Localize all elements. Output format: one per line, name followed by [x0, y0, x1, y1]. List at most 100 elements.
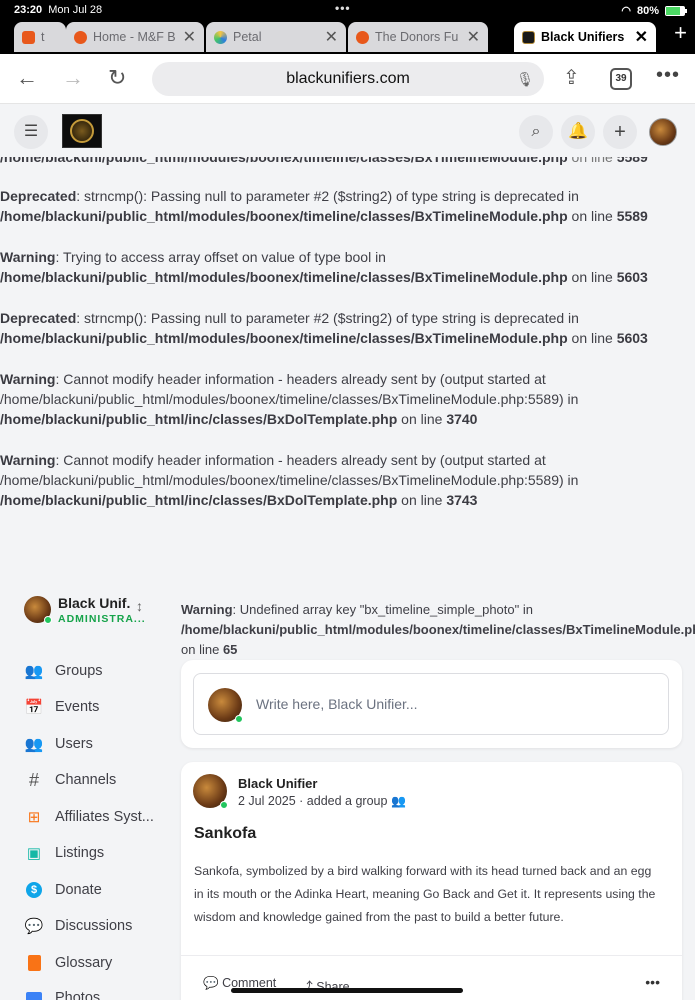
- error-path: /home/blackuni/public_html/modules/boone…: [0, 208, 648, 224]
- warning-path: /home/blackuni/public_html/modules/boone…: [181, 622, 695, 637]
- close-tab-icon[interactable]: ✕: [183, 27, 196, 47]
- search-icon[interactable]: ⌕: [519, 115, 553, 149]
- more-options-icon[interactable]: •••: [656, 64, 680, 87]
- share-icon[interactable]: ⇪: [563, 66, 580, 90]
- sidebar-item-label: Listings: [55, 845, 105, 861]
- browser-tab[interactable]: Home - M&F B ✕: [66, 22, 204, 52]
- briefcase-icon: ▣: [26, 845, 42, 862]
- back-arrow-icon[interactable]: ←: [16, 66, 38, 90]
- battery-icon: [665, 5, 687, 16]
- bell-icon[interactable]: 🔔: [561, 115, 595, 149]
- new-tab-icon[interactable]: +: [674, 22, 687, 44]
- sidebar-item-events[interactable]: 📅 Events: [24, 695, 100, 719]
- plus-icon[interactable]: +: [603, 115, 637, 149]
- browser-tab-active[interactable]: Black Unifiers ✕: [514, 22, 656, 52]
- tab-label: The Donors Fu: [375, 30, 459, 44]
- group-icon: 👥: [391, 794, 407, 808]
- avatar[interactable]: [193, 774, 228, 809]
- sidebar-item-label: Glossary: [55, 955, 113, 971]
- sidebar-item-discussions[interactable]: 💬 Discussions: [24, 914, 133, 938]
- timeline-warning: Warning: Undefined array key "bx_timelin…: [181, 600, 695, 660]
- error-path: /home/blackuni/public_html/modules/boone…: [0, 330, 648, 346]
- browser-tab[interactable]: The Donors Fu ✕: [348, 22, 488, 52]
- sidebar-item-label: Affiliates Syst...: [55, 809, 154, 825]
- hamburger-menu-icon[interactable]: ☰: [14, 115, 48, 149]
- multitasking-dots-icon[interactable]: •••: [335, 1, 351, 15]
- sidebar-item-label: Donate: [55, 882, 102, 898]
- close-tab-icon[interactable]: ✕: [635, 27, 648, 47]
- wifi-icon: ◠: [621, 5, 631, 17]
- sidebar-item-photos[interactable]: Photos: [24, 986, 100, 1000]
- post-title[interactable]: Sankofa: [194, 825, 256, 843]
- favicon-icon: [74, 30, 87, 44]
- favicon-icon: [22, 30, 35, 44]
- sidebar-item-listings[interactable]: ▣ Listings: [24, 841, 104, 865]
- sidebar-item-affiliates[interactable]: ⊞ Affiliates Syst...: [24, 805, 154, 829]
- favicon-icon: [522, 30, 535, 44]
- close-tab-icon[interactable]: ✕: [325, 27, 338, 47]
- online-dot-icon: [235, 715, 243, 723]
- sidebar-item-label: Channels: [55, 772, 117, 788]
- status-right: ◠ 80%: [621, 4, 687, 17]
- sitemap-icon: ⊞: [27, 809, 41, 826]
- switch-account-icon[interactable]: ↕: [136, 598, 143, 614]
- users-icon: 👥: [24, 736, 44, 753]
- composer-input[interactable]: Write here, Black Unifier...: [193, 673, 669, 735]
- sidebar-item-channels[interactable]: # Channels: [24, 768, 116, 792]
- browser-toolbar: ← → ↻ blackunifiers.com 🎙 ⇪ 39 •••: [0, 54, 695, 104]
- favicon-icon: [214, 30, 227, 44]
- browser-tab[interactable]: Petal ✕: [206, 22, 346, 52]
- tab-label: Petal: [233, 30, 262, 44]
- divider: [181, 955, 682, 956]
- sidebar-item-label: Photos: [55, 990, 101, 1000]
- groups-icon: 👥: [24, 663, 44, 680]
- calendar-icon: 📅: [24, 699, 44, 716]
- browser-tab-bar: t Home - M&F B ✕ Petal ✕ The Donors Fu ✕…: [0, 20, 695, 54]
- error-message: Warning: Cannot modify header informatio…: [0, 371, 546, 387]
- composer-placeholder: Write here, Black Unifier...: [256, 696, 418, 712]
- profile-name[interactable]: Black Unif.: [58, 595, 130, 611]
- tab-label: t: [41, 30, 45, 44]
- home-indicator[interactable]: [231, 988, 463, 993]
- sidebar-item-glossary[interactable]: Glossary: [24, 951, 112, 975]
- error-message: Warning: Trying to access array offset o…: [0, 249, 386, 265]
- sidebar-item-users[interactable]: 👥 Users: [24, 732, 93, 756]
- battery-percent: 80%: [636, 4, 659, 17]
- error-path: /home/blackuni/public_html/inc/classes/B…: [0, 411, 478, 427]
- address-bar[interactable]: blackunifiers.com 🎙: [152, 62, 544, 96]
- profile-role: ADMINISTRA...: [58, 613, 146, 625]
- error-message: Deprecated: strncmp(): Passing null to p…: [0, 310, 579, 326]
- sidebar-item-groups[interactable]: 👥 Groups: [24, 659, 103, 683]
- account-avatar[interactable]: [649, 118, 677, 146]
- error-detail: /home/blackuni/public_html/modules/boone…: [0, 391, 579, 407]
- browser-tab[interactable]: t: [14, 22, 66, 52]
- sidebar-item-label: Events: [55, 699, 100, 715]
- microphone-icon[interactable]: 🎙: [516, 62, 534, 96]
- close-tab-icon[interactable]: ✕: [467, 27, 480, 47]
- site-header: ☰ ⌕ 🔔 +: [0, 105, 695, 157]
- tab-overview-button[interactable]: 39: [610, 68, 632, 90]
- sidebar-item-donate[interactable]: $ Donate: [24, 878, 102, 902]
- more-options-icon[interactable]: •••: [645, 974, 660, 990]
- comments-icon: 💬: [24, 918, 44, 935]
- sidebar-item-label: Users: [55, 736, 93, 752]
- hashtag-icon: #: [28, 769, 39, 790]
- forward-arrow-icon[interactable]: →: [62, 66, 84, 90]
- error-message: Warning: Cannot modify header informatio…: [0, 452, 546, 468]
- comment-icon: 💬: [203, 976, 219, 990]
- dollar-icon: $: [24, 880, 44, 900]
- avatar[interactable]: [24, 596, 52, 624]
- post-author[interactable]: Black Unifier: [238, 776, 317, 791]
- online-dot-icon: [220, 801, 228, 809]
- site-logo[interactable]: [62, 114, 102, 148]
- photo-icon: [24, 988, 44, 1000]
- tab-label: Home - M&F B: [93, 30, 176, 44]
- avatar: [208, 688, 243, 723]
- timeline-post: Black Unifier 2 Jul 2025 · added a group…: [181, 762, 682, 1000]
- status-time: 23:20 Mon Jul 28: [14, 4, 103, 16]
- reload-icon[interactable]: ↻: [108, 66, 126, 90]
- error-path: /home/blackuni/public_html/inc/classes/B…: [0, 492, 478, 508]
- url-text: blackunifiers.com: [286, 70, 410, 87]
- tab-label: Black Unifiers: [541, 30, 625, 44]
- error-message: Deprecated: strncmp(): Passing null to p…: [0, 188, 579, 204]
